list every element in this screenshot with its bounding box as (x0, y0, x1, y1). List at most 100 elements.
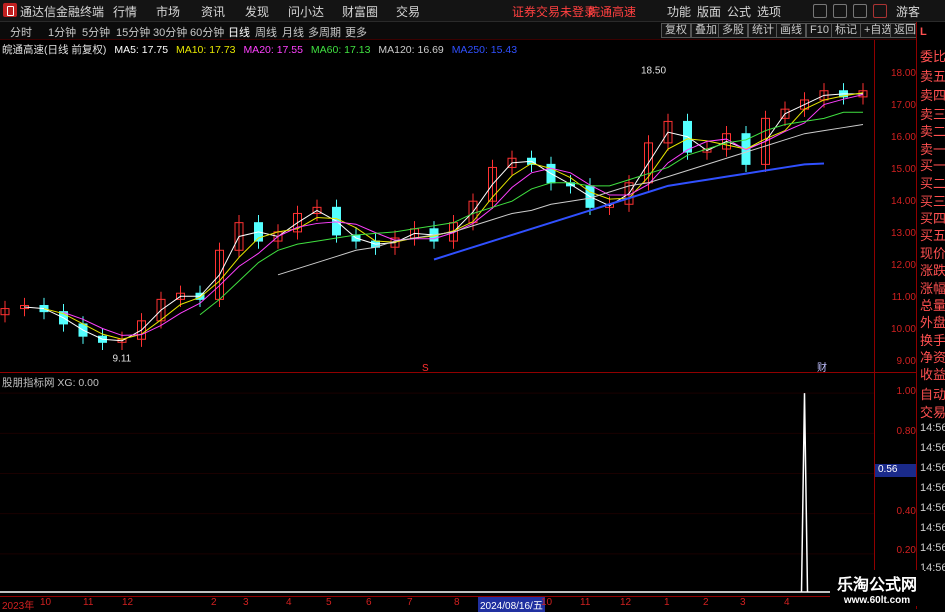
watermark: 乐淘公式网 www.60lt.com (830, 570, 924, 606)
minimize-icon[interactable] (813, 4, 827, 18)
date-tick: 2 (211, 597, 217, 608)
watermark-url: www.60lt.com (843, 595, 911, 606)
date-axis: 2023年 10 11 12 2 3 4 5 6 7 8 9 2024/08/1… (0, 596, 874, 612)
date-tick: 10 (541, 597, 553, 608)
date-tick: 11 (580, 597, 591, 608)
period-tab-30min[interactable]: 30分钟 (153, 24, 187, 40)
panel-earnings: 收益 (920, 367, 945, 382)
date-tick: 6 (366, 597, 372, 608)
restore-icon[interactable] (833, 4, 847, 18)
price-tick: 9.00 (896, 356, 916, 367)
date-tick: 3 (243, 597, 249, 608)
date-tick: 1 (664, 597, 670, 608)
date-tick: 11 (83, 597, 94, 608)
ma60-label: MA60: 17.13 (310, 44, 371, 56)
price-tick: 10.00 (890, 324, 916, 335)
pane-divider[interactable] (0, 372, 916, 373)
menu-item-wealth[interactable]: 财富圈 (342, 3, 378, 20)
panel-sell2: 卖二 (920, 124, 945, 139)
tick-time: 14:56 (920, 522, 945, 534)
date-tick: 12 (620, 597, 632, 608)
low-price-label: 9.11 (113, 353, 132, 364)
stock-name-title: 皖通高速 (588, 5, 637, 19)
period-tab-1min[interactable]: 1分钟 (48, 24, 76, 40)
window-controls (813, 2, 889, 20)
period-toolbar: 分时 1分钟 5分钟 15分钟 30分钟 60分钟 日线 周线 月线 多周期 更… (0, 22, 945, 40)
user-label[interactable]: 游客 (896, 3, 920, 20)
date-tick: 5 (326, 597, 332, 608)
ma5-line (24, 93, 863, 342)
ma120-label: MA120: 16.69 (378, 44, 444, 56)
kline-chart[interactable]: 18.509.11S 财 (0, 57, 874, 373)
indicator-chart[interactable] (0, 388, 874, 594)
close-icon[interactable] (873, 4, 887, 18)
date-tick: 8 (454, 597, 460, 608)
price-tick: 11.00 (891, 292, 916, 303)
tick-time: 14:56 (920, 502, 945, 514)
period-tab-monthly[interactable]: 月线 (282, 24, 304, 40)
tick-time: 14:56 (920, 462, 945, 474)
menu-item-xiaoda[interactable]: 问小达 (288, 3, 324, 20)
date-tick: 4 (784, 597, 790, 608)
price-axis: 18.00 17.00 16.00 15.00 14.00 13.00 12.0… (874, 57, 916, 373)
app-logo-icon (3, 3, 17, 17)
maximize-icon[interactable] (853, 4, 867, 18)
ma10-label: MA10: 17.73 (175, 44, 236, 56)
menu-item-layout[interactable]: 版面 (697, 3, 721, 20)
ma5-label: MA5: 17.75 (114, 44, 169, 56)
ma-legend: 皖通高速(日线 前复权) MA5: 17.75 MA10: 17.73 MA20… (2, 42, 522, 56)
ma250-label: MA250: 15.43 (451, 44, 518, 56)
stats-button[interactable]: 统计 (748, 23, 778, 38)
trade-login-notice[interactable]: 证券交易未登录 (512, 3, 596, 20)
period-tab-daily[interactable]: 日线 (228, 24, 250, 40)
menu-item-options[interactable]: 选项 (757, 3, 781, 20)
adjust-button[interactable]: 复权 (661, 23, 691, 38)
date-tick: 12 (122, 597, 134, 608)
panel-weibi: 委比 (920, 49, 945, 64)
overlay-button[interactable]: 叠加 (691, 23, 721, 38)
period-tab-more[interactable]: 更多 (345, 24, 367, 40)
mark-button[interactable]: 标记 (831, 23, 861, 38)
ma20-label: MA20: 17.55 (243, 44, 303, 56)
f10-button[interactable]: F10 (806, 23, 833, 38)
app-title: 通达信金融终端 (20, 5, 105, 19)
menu-item-market[interactable]: 市场 (156, 3, 180, 20)
price-tick: 17.00 (890, 100, 916, 111)
panel-buy1: 买一 (920, 158, 945, 173)
price-tick: 12.00 (890, 260, 916, 271)
date-tick: 4 (286, 597, 292, 608)
menu-item-function[interactable]: 功能 (667, 3, 691, 20)
price-tick: 18.00 (890, 68, 916, 79)
draw-button[interactable]: 画线 (776, 23, 806, 38)
price-tick: 16.00 (890, 132, 916, 143)
period-tab-multi[interactable]: 多周期 (308, 24, 341, 40)
tick-time: 14:56 (920, 442, 945, 454)
tick-time: 14:56 (920, 542, 945, 554)
period-tab-5min[interactable]: 5分钟 (82, 24, 110, 40)
menu-item-trade[interactable]: 交易 (396, 3, 420, 20)
period-tab-weekly[interactable]: 周线 (255, 24, 277, 40)
indicator-tick: 0.80 (896, 426, 916, 437)
watermark-title: 乐淘公式网 (836, 577, 917, 594)
panel-change: 涨跌 (920, 263, 945, 278)
cursor-value-tag: 0.56 (875, 464, 917, 477)
menu-item-news[interactable]: 资讯 (201, 3, 225, 20)
indicator-tick: 0.20 (896, 545, 916, 556)
date-tick: 7 (407, 597, 413, 608)
price-tick: 13.00 (890, 228, 916, 239)
menu-item-discover[interactable]: 发现 (245, 3, 269, 20)
date-tick: 3 (740, 597, 746, 608)
period-tab-intraday[interactable]: 分时 (10, 24, 32, 40)
price-tick: 15.00 (890, 164, 916, 175)
panel-auto[interactable]: 自动 (920, 384, 945, 403)
indicator-axis: 1.00 0.80 0.40 0.20 (874, 386, 916, 594)
tick-time: 14:56 (920, 482, 945, 494)
menu-item-quotes[interactable]: 行情 (113, 3, 137, 20)
period-tab-60min[interactable]: 60分钟 (190, 24, 224, 40)
multi-stock-button[interactable]: 多股 (718, 23, 748, 38)
xg-signal-spike (800, 393, 809, 593)
period-tab-15min[interactable]: 15分钟 (116, 24, 150, 40)
menu-item-formula[interactable]: 公式 (727, 3, 751, 20)
panel-trade[interactable]: 交易 (920, 402, 945, 421)
panel-level-label: L (920, 26, 927, 38)
